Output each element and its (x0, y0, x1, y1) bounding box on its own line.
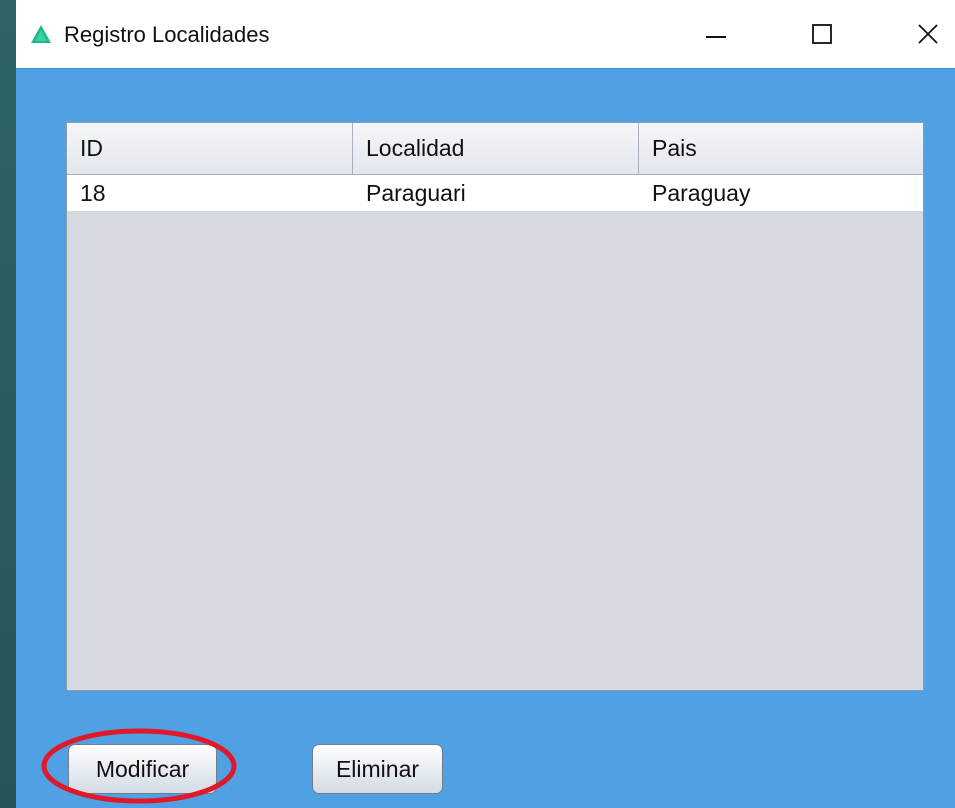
table-row[interactable]: 18 Paraguari Paraguay (67, 175, 923, 211)
cell-id: 18 (80, 179, 106, 206)
column-header-pais[interactable]: Pais (639, 123, 923, 174)
title-bar[interactable]: Registro Localidades (16, 0, 955, 69)
window-title: Registro Localidades (64, 22, 270, 47)
close-button[interactable] (900, 14, 955, 54)
maximize-button[interactable] (794, 14, 850, 54)
desktop-background (0, 0, 16, 808)
column-header-id[interactable]: ID (67, 123, 353, 174)
app-triangle-icon (31, 25, 51, 43)
app-window: Registro Localidades ID Localidad Pais 1… (16, 0, 955, 808)
cell-localidad: Paraguari (366, 179, 466, 206)
minimize-button[interactable] (688, 14, 744, 54)
column-header-localidad[interactable]: Localidad (353, 123, 639, 174)
maximize-icon (812, 24, 832, 44)
close-icon (917, 24, 938, 44)
cell-pais: Paraguay (652, 179, 751, 206)
localidades-table[interactable]: ID Localidad Pais 18 Paraguari Paraguay (66, 122, 924, 691)
modify-button[interactable]: Modificar (68, 744, 217, 794)
delete-button[interactable]: Eliminar (312, 744, 443, 794)
minimize-icon (706, 36, 726, 38)
table-header: ID Localidad Pais (67, 123, 923, 175)
